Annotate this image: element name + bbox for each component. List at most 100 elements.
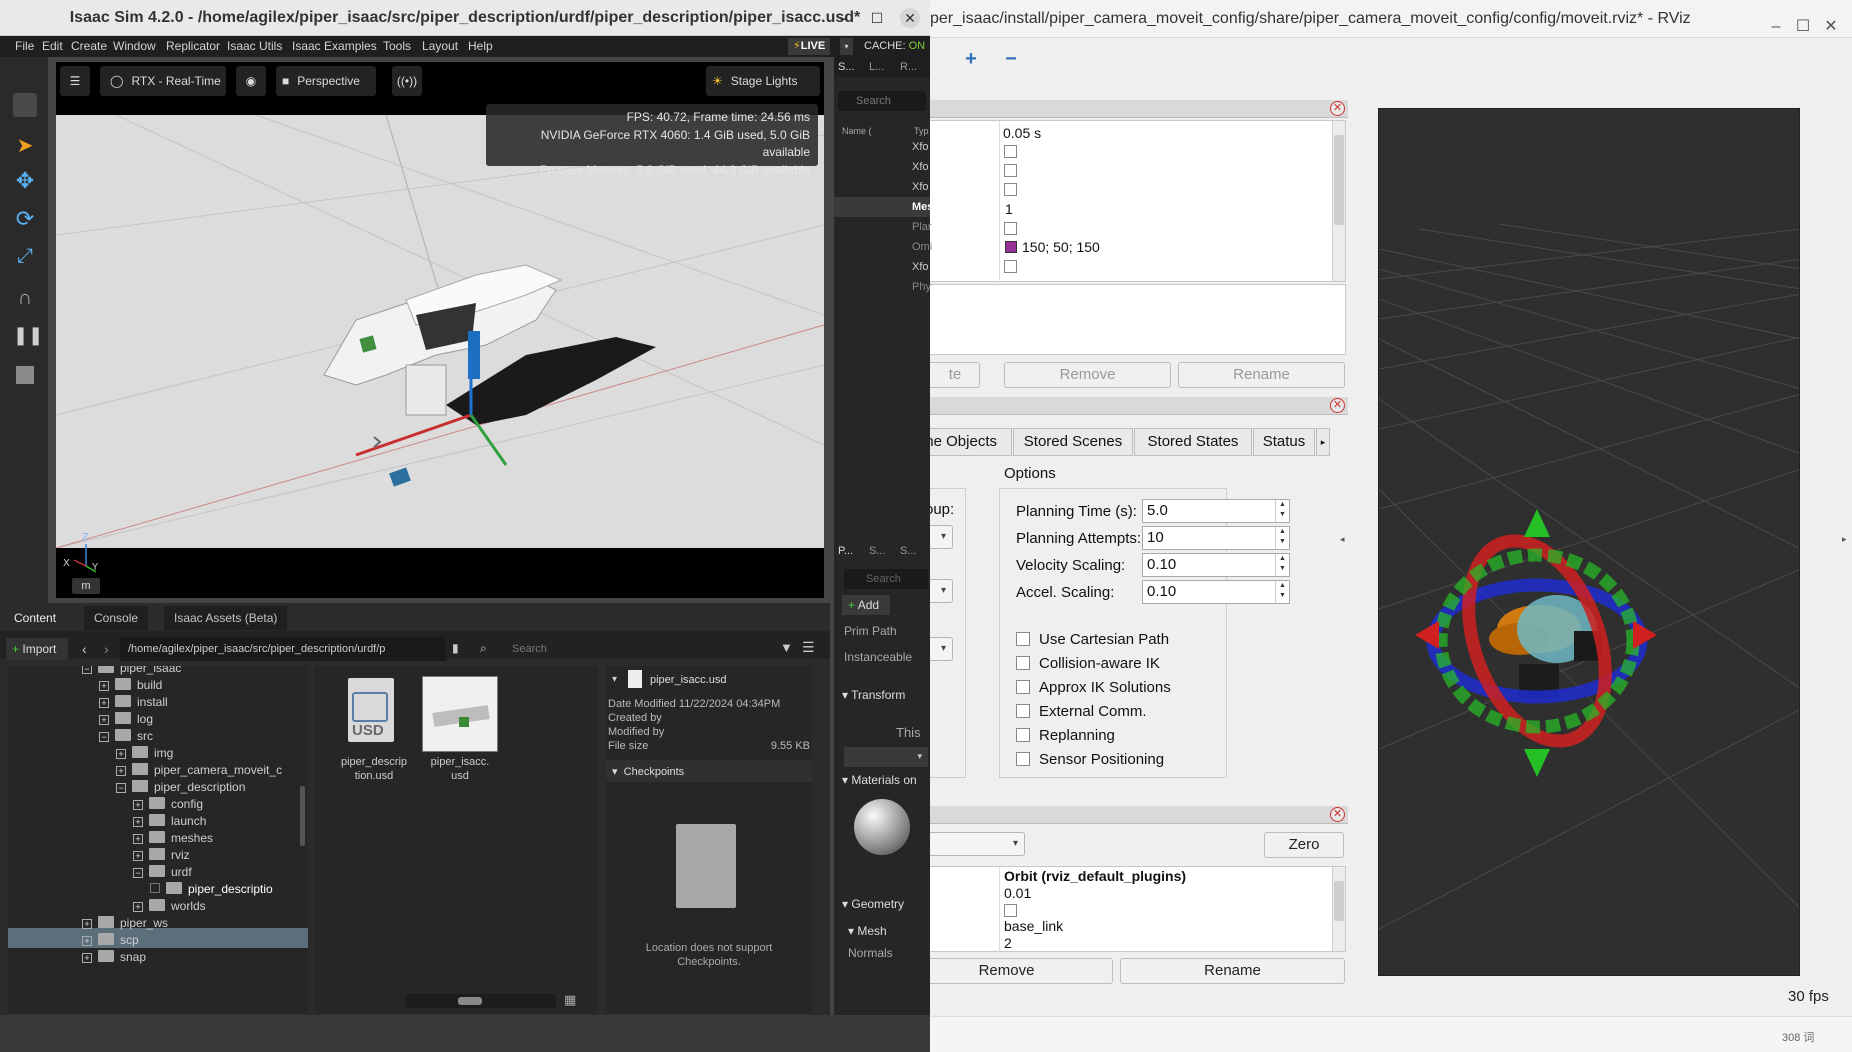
approx-ik-checkbox[interactable]: Approx IK Solutions — [1016, 679, 1171, 696]
tab-console[interactable]: Console — [84, 606, 149, 630]
live-dropdown-icon[interactable]: ▾ — [840, 38, 853, 55]
expand-icon[interactable]: + — [82, 936, 92, 946]
stage-lights-button[interactable]: ☀ Stage Lights — [706, 66, 820, 96]
expand-icon[interactable]: + — [133, 834, 143, 844]
select-mode-icon[interactable] — [13, 93, 37, 117]
bookmark-icon[interactable]: ▮ — [452, 641, 459, 655]
forward-icon[interactable]: › — [104, 641, 109, 657]
menu-tools[interactable]: Tools — [383, 39, 411, 53]
collapse-left-icon[interactable]: ◂ — [1340, 534, 1345, 545]
near-clip-value[interactable]: 0.01 — [1004, 885, 1031, 901]
stage-row[interactable]: Plar — [912, 217, 932, 237]
property-search-input[interactable]: Search — [844, 569, 928, 589]
expand-icon[interactable]: + — [133, 902, 143, 912]
rviz-3d-view[interactable] — [1378, 108, 1800, 976]
minus-icon[interactable]: − — [998, 48, 1024, 72]
property-checkbox[interactable] — [1004, 183, 1017, 196]
close-panel-icon[interactable]: ✕ — [1330, 807, 1345, 822]
close-panel-icon[interactable]: ✕ — [1330, 101, 1345, 116]
snap-icon[interactable]: ∩ — [13, 287, 37, 311]
materials-section[interactable]: ▾ Materials on — [842, 773, 917, 787]
tab-property[interactable]: P... — [838, 545, 853, 557]
tab-layers[interactable]: L... — [869, 61, 884, 73]
stage-row-selected[interactable]: Mes — [912, 197, 933, 217]
scrollbar[interactable] — [1332, 121, 1345, 281]
move-icon[interactable]: ✥ — [13, 169, 37, 193]
tree-scrollbar[interactable] — [300, 786, 305, 846]
expand-icon[interactable]: + — [82, 919, 92, 929]
planning-time-input[interactable]: 5.0 ▲ ▼ — [1142, 499, 1290, 523]
menu-isaac-utils[interactable]: Isaac Utils — [227, 39, 282, 53]
tab-semantics[interactable]: S... — [869, 545, 886, 557]
tab-stored-scenes[interactable]: Stored Scenes — [1013, 428, 1133, 456]
scrollbar[interactable] — [1332, 867, 1345, 951]
collapse-icon[interactable]: − — [133, 868, 143, 878]
property-checkbox[interactable] — [1004, 260, 1017, 273]
menu-icon[interactable]: ☰ — [802, 639, 815, 656]
distance-value[interactable]: 2 — [1004, 935, 1012, 951]
tree-folder[interactable]: + snap — [82, 947, 146, 967]
collision-ik-checkbox[interactable]: Collision-aware IK — [1016, 655, 1160, 672]
tab-stage[interactable]: S... — [838, 61, 855, 73]
pause-icon[interactable]: ❚❚ — [13, 325, 43, 349]
audio-icon[interactable]: ((•)) — [392, 66, 422, 96]
path-field[interactable]: /home/agilex/piper_isaac/src/piper_descr… — [120, 637, 446, 661]
stage-row[interactable]: Xfo — [912, 257, 929, 277]
tab-sim[interactable]: S... — [900, 545, 917, 557]
accel-input[interactable]: 0.10 ▲ ▼ — [1142, 580, 1290, 604]
file-name[interactable]: piper_isacc. — [418, 756, 502, 768]
stage-row[interactable]: Xfo — [912, 177, 929, 197]
file-grid-scrollbar[interactable] — [406, 994, 556, 1008]
expand-icon[interactable]: + — [133, 800, 143, 810]
close-button[interactable]: ✕ — [900, 8, 920, 28]
attempts-input[interactable]: 10 ▲ ▼ — [1142, 526, 1290, 550]
stage-search-input[interactable]: Search — [838, 91, 926, 111]
expand-icon[interactable]: + — [99, 715, 109, 725]
expand-icon[interactable]: + — [133, 817, 143, 827]
menu-window[interactable]: Window — [113, 39, 156, 53]
property-value[interactable]: 0.05 s — [1003, 125, 1041, 141]
external-comm-checkbox[interactable]: External Comm. — [1016, 703, 1147, 720]
checkpoints-section[interactable]: ▾ Checkpoints — [612, 765, 684, 778]
search-icon[interactable]: ⌕ — [480, 641, 487, 656]
expand-icon[interactable]: + — [99, 698, 109, 708]
color-property[interactable]: 150; 50; 150 — [1005, 239, 1100, 255]
viewport-settings-icon[interactable]: ☰ — [60, 66, 90, 96]
file-name[interactable]: tion.usd — [332, 770, 416, 782]
select-arrow-icon[interactable]: ➤ — [13, 133, 37, 157]
add-button[interactable]: + Add — [842, 595, 890, 615]
rename-display-button[interactable]: Rename — [1178, 362, 1345, 388]
minimize-button[interactable]: – — [834, 8, 854, 28]
expand-icon[interactable]: + — [133, 851, 143, 861]
rename-view-button[interactable]: Rename — [1120, 958, 1345, 984]
grid-view-icon[interactable]: ▦ — [564, 992, 576, 1008]
collapse-icon[interactable]: − — [116, 783, 126, 793]
expand-icon[interactable]: + — [116, 749, 126, 759]
content-search-input[interactable]: Search — [512, 643, 547, 655]
viewport-scene[interactable] — [56, 115, 824, 548]
menu-isaac-examples[interactable]: Isaac Examples — [292, 39, 377, 53]
stage-row[interactable]: Xfo — [912, 157, 929, 177]
tab-isaac-assets[interactable]: Isaac Assets (Beta) — [164, 606, 288, 630]
menu-replicator[interactable]: Replicator — [166, 39, 220, 53]
velocity-input[interactable]: 0.10 ▲ ▼ — [1142, 553, 1290, 577]
transform-combo[interactable]: ▾ — [844, 747, 928, 767]
minimize-button[interactable]: – — [1765, 8, 1787, 37]
tab-content[interactable]: Content — [4, 606, 67, 630]
replanning-checkbox[interactable]: Replanning — [1016, 727, 1115, 744]
eye-icon[interactable]: ◉ — [236, 66, 266, 96]
property-checkbox[interactable] — [1004, 164, 1017, 177]
collapse-icon[interactable]: − — [82, 666, 92, 674]
tab-render[interactable]: R... — [900, 61, 917, 73]
remove-display-button[interactable]: Remove — [1004, 362, 1171, 388]
maximize-button[interactable]: ☐ — [1792, 8, 1814, 37]
close-button[interactable]: ✕ — [1820, 8, 1842, 37]
remove-view-button[interactable]: Remove — [900, 958, 1113, 984]
expand-icon[interactable]: + — [116, 766, 126, 776]
tab-status[interactable]: Status — [1253, 428, 1315, 456]
filter-icon[interactable]: ▼ — [780, 640, 793, 655]
plus-icon[interactable]: + — [958, 48, 984, 72]
file-thumbnail[interactable] — [422, 676, 498, 752]
camera-button[interactable]: ■ Perspective — [276, 66, 376, 96]
mesh-section[interactable]: ▾ Mesh — [848, 924, 887, 938]
